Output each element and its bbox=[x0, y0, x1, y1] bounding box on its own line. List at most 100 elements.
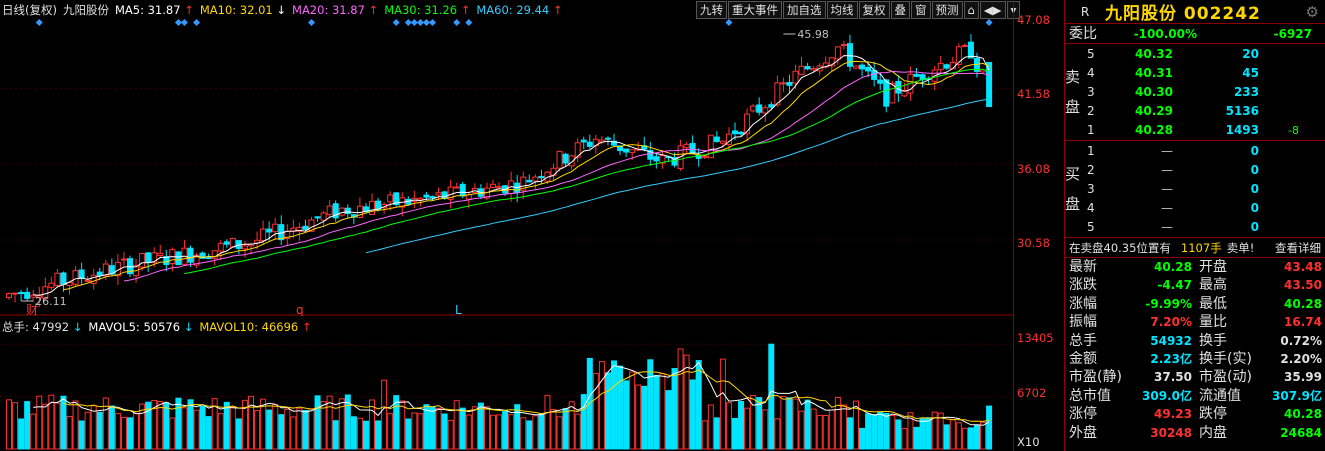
buy-level-1[interactable]: 1 — 0 bbox=[1087, 142, 1325, 161]
candle-body bbox=[441, 191, 448, 199]
volume-bar bbox=[816, 414, 823, 450]
volume-bar bbox=[417, 413, 424, 450]
volume-bar bbox=[986, 405, 993, 450]
volume-bar bbox=[961, 427, 968, 450]
event-diamond-icon bbox=[193, 19, 201, 26]
candle-body bbox=[78, 269, 85, 279]
candle-body bbox=[302, 225, 309, 230]
event-marker-label: q bbox=[296, 303, 304, 316]
candle-body bbox=[241, 245, 248, 250]
candle-body bbox=[423, 194, 430, 198]
volume-bar bbox=[114, 413, 121, 450]
pin-icon[interactable]: ◀▶ bbox=[979, 1, 1006, 19]
volume-bar bbox=[949, 419, 956, 450]
kline-chart-area[interactable]: 日线(复权) 九阳股份 MA5: 31.87 ↑ MA10: 32.01 ↓ MA20:… bbox=[0, 0, 1063, 451]
volume-bar bbox=[54, 402, 61, 450]
candle-body bbox=[90, 274, 97, 285]
forecast-button[interactable]: 预测 bbox=[931, 1, 963, 19]
overlay-button[interactable]: 叠 bbox=[890, 1, 910, 19]
volume-plot[interactable] bbox=[0, 318, 1013, 451]
large-order-notice: 在卖盘40.35位置有 1107手 卖单! 查看详细 bbox=[1065, 238, 1325, 258]
volume-bar bbox=[248, 395, 254, 450]
sell-level-2[interactable]: 2 40.29 5136 bbox=[1087, 102, 1325, 121]
volume-bar bbox=[659, 373, 666, 450]
candle-body bbox=[24, 291, 31, 299]
volume-bar bbox=[550, 409, 557, 450]
candle-body bbox=[175, 251, 182, 266]
notice-action: 卖单! bbox=[1226, 241, 1255, 255]
event-diamond-icon bbox=[410, 19, 418, 26]
level-price: 40.31 bbox=[1135, 66, 1173, 80]
main-indicator-legend: 日线(复权) 九阳股份 MA5: 31.87 ↑ MA10: 32.01 ↓ MA20:… bbox=[2, 2, 569, 18]
axis-divider bbox=[1013, 0, 1014, 451]
volume-bar bbox=[18, 418, 25, 450]
level-change: -8 bbox=[1288, 124, 1299, 137]
volume-bar bbox=[84, 411, 91, 450]
candle-body bbox=[145, 252, 152, 263]
price-plot[interactable]: 45.98 26.11财 q L bbox=[0, 18, 1013, 316]
volume-bar bbox=[846, 417, 853, 450]
event-marker-label: L bbox=[455, 303, 462, 316]
volume-bar bbox=[804, 399, 811, 450]
level-volume: 0 bbox=[1250, 182, 1259, 196]
ma-settings-button[interactable]: 均线 bbox=[826, 1, 858, 19]
adjust-price-button[interactable]: 复权 bbox=[858, 1, 890, 19]
buy-level-3[interactable]: 3 — 0 bbox=[1087, 180, 1325, 199]
buy-level-4[interactable]: 4 — 0 bbox=[1087, 199, 1325, 218]
stat-label: 金额 bbox=[1069, 350, 1097, 367]
ma60-label: MA60: 29.44 ↑ bbox=[476, 3, 563, 17]
level-price: — bbox=[1161, 163, 1173, 177]
buy-level-5[interactable]: 5 — 0 bbox=[1087, 218, 1325, 237]
volume-bar bbox=[181, 407, 188, 450]
price-tick-1: 47.08 bbox=[1017, 13, 1050, 27]
lock-icon[interactable]: ⌂ bbox=[963, 1, 979, 19]
order-diff-value: -6927 bbox=[1273, 27, 1312, 41]
stat-value: 16.74 bbox=[1284, 315, 1322, 330]
stock-title[interactable]: 九阳股份 002242 bbox=[1105, 0, 1261, 24]
volume-bar bbox=[514, 404, 521, 450]
sell-level-3[interactable]: 3 40.30 233 bbox=[1087, 83, 1325, 102]
volume-tick-1: 13405 bbox=[1017, 331, 1054, 345]
buy-book: 买盘 1 — 0 2 — 0 3 — 0 4 — 0 5 — 0 bbox=[1065, 141, 1325, 238]
major-events-button[interactable]: 重大事件 bbox=[728, 1, 782, 19]
buy-level-2[interactable]: 2 — 0 bbox=[1087, 161, 1325, 180]
volume-bar bbox=[296, 407, 303, 450]
volume-bar bbox=[187, 399, 194, 450]
window-button[interactable]: 窗 bbox=[911, 1, 931, 19]
candle-body bbox=[266, 228, 273, 233]
price-tick-4: 30.58 bbox=[1017, 236, 1050, 250]
chart-mode-label[interactable]: 日线(复权) bbox=[2, 3, 57, 17]
volume-bar bbox=[671, 368, 678, 450]
sell-level-4[interactable]: 4 40.31 45 bbox=[1087, 64, 1325, 83]
volume-bar bbox=[266, 409, 273, 450]
volume-bar bbox=[235, 418, 242, 450]
volume-bar bbox=[24, 401, 31, 450]
sell-level-5[interactable]: 5 40.32 20 bbox=[1087, 45, 1325, 64]
jiuzhuan-button[interactable]: 九转 bbox=[696, 1, 727, 19]
volume-bar bbox=[133, 413, 140, 450]
volume-bar bbox=[974, 424, 980, 450]
sell-level-1[interactable]: 1 40.28 1493 -8 bbox=[1087, 121, 1325, 140]
volume-bar bbox=[502, 410, 509, 450]
stat-label: 市盈(动) bbox=[1199, 369, 1252, 386]
level-volume: 0 bbox=[1250, 201, 1259, 215]
stat-label: 内盘 bbox=[1199, 424, 1227, 441]
candle-body bbox=[840, 44, 847, 47]
view-detail-link[interactable]: 查看详细 bbox=[1275, 238, 1321, 257]
add-watchlist-button[interactable]: 加自选 bbox=[783, 1, 826, 19]
level-volume: 5136 bbox=[1225, 104, 1259, 118]
volume-bar bbox=[405, 418, 412, 450]
candle-body bbox=[683, 143, 690, 149]
candle-body bbox=[859, 64, 866, 70]
candle-body bbox=[139, 252, 146, 268]
volume-bar bbox=[78, 420, 85, 450]
stat-value: 309.0亿 bbox=[1142, 388, 1192, 403]
candle-body bbox=[54, 272, 61, 286]
level-volume: 45 bbox=[1242, 66, 1259, 80]
volume-bar bbox=[508, 414, 515, 450]
volume-bar bbox=[90, 405, 97, 450]
volume-bar bbox=[429, 406, 436, 450]
gear-icon[interactable]: ⚙ bbox=[1306, 3, 1319, 21]
candle-body bbox=[786, 81, 793, 86]
candle-body bbox=[223, 241, 230, 245]
